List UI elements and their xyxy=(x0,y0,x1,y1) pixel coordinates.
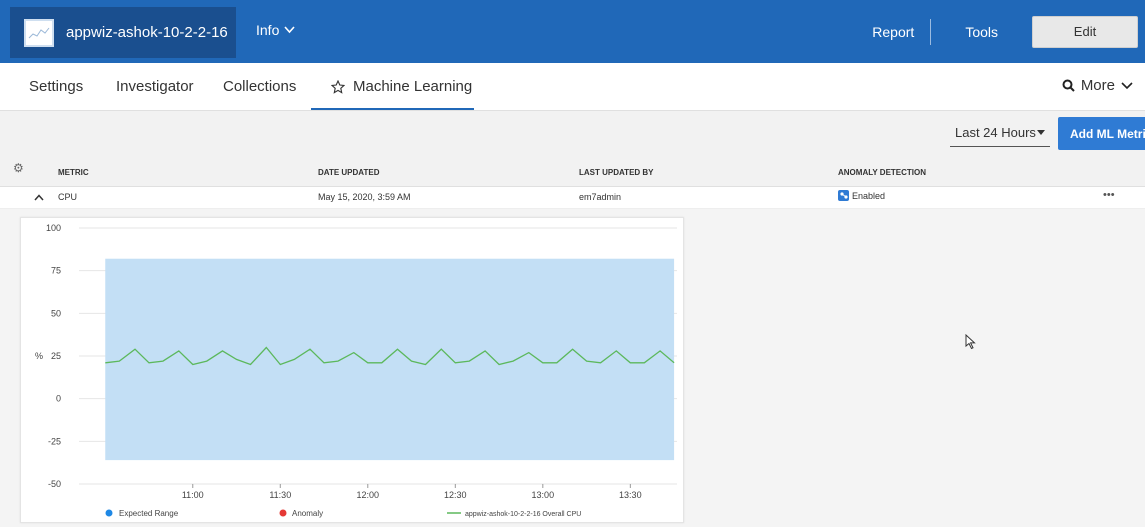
info-menu[interactable]: Info xyxy=(256,22,295,38)
legend-expected-range-label: Expected Range xyxy=(119,509,179,518)
last-updated-by-cell: em7admin xyxy=(579,192,622,202)
column-header-metric[interactable]: METRIC xyxy=(58,168,89,177)
y-tick-label: 75 xyxy=(51,266,61,276)
edit-button[interactable]: Edit xyxy=(1032,15,1138,48)
legend-anomaly-marker xyxy=(279,509,287,517)
y-tick-label: 100 xyxy=(46,223,61,233)
tab-machine-learning-label: Machine Learning xyxy=(353,78,473,95)
row-actions-icon[interactable]: ••• xyxy=(1103,189,1115,201)
search-icon xyxy=(1062,79,1075,92)
y-tick-label: -25 xyxy=(48,436,61,446)
y-tick-label: 0 xyxy=(56,394,61,404)
y-axis-label: % xyxy=(35,351,43,361)
divider xyxy=(930,18,932,45)
y-tick-label: 25 xyxy=(51,351,61,361)
more-menu[interactable]: More xyxy=(1062,77,1133,94)
table-row[interactable]: CPU May 15, 2020, 3:59 AM em7admin Enabl… xyxy=(0,187,1145,209)
column-header-last-updated-by[interactable]: LAST UPDATED BY xyxy=(579,168,654,177)
expanded-panel: 100 75 50 25 0 -25 -50% 11:00 11:30 12:00 12:30 13:… xyxy=(0,209,1145,527)
x-tick-label: 12:30 xyxy=(444,490,467,500)
tab-machine-learning[interactable]: Machine Learning xyxy=(331,78,472,95)
legend-anomaly-label: Anomaly xyxy=(292,509,323,518)
collapse-chevron-icon[interactable] xyxy=(34,190,44,204)
mouse-cursor-icon xyxy=(965,334,976,350)
report-link[interactable]: Report xyxy=(872,24,914,40)
tools-link[interactable]: Tools xyxy=(965,24,998,40)
gear-icon[interactable]: ⚙ xyxy=(13,161,24,175)
add-ml-metric-button[interactable]: Add ML Metric xyxy=(1058,117,1145,150)
time-range-select[interactable]: Last 24 Hours xyxy=(950,119,1050,147)
info-label: Info xyxy=(256,22,280,38)
top-bar: appwiz-ashok-10-2-2-16 Info Report Tools… xyxy=(0,0,1145,63)
x-tick-label: 12:00 xyxy=(357,490,380,500)
anomaly-detection-cell: Enabled xyxy=(838,190,885,201)
date-updated-cell: May 15, 2020, 3:59 AM xyxy=(318,192,411,202)
y-tick-label: -50 xyxy=(48,479,61,489)
app-title: appwiz-ashok-10-2-2-16 xyxy=(66,24,228,41)
cpu-chart: 100 75 50 25 0 -25 -50% 11:00 11:30 12:00 12:30 13:… xyxy=(35,223,677,518)
x-tick-label: 13:00 xyxy=(532,490,555,500)
caret-down-icon xyxy=(1037,130,1045,135)
chevron-down-icon xyxy=(284,26,295,34)
graph-thumbnail-icon xyxy=(24,18,54,47)
toolbar: Last 24 Hours Add ML Metric xyxy=(0,111,1145,155)
legend-cpu-label: appwiz-ashok-10-2-2-16 Overall CPU xyxy=(465,511,581,518)
time-range-label: Last 24 Hours xyxy=(955,125,1036,140)
x-tick-label: 11:00 xyxy=(182,490,204,500)
tab-settings[interactable]: Settings xyxy=(29,78,83,95)
active-tab-indicator xyxy=(311,108,474,110)
enabled-status-icon xyxy=(838,190,849,201)
column-header-anomaly-detection[interactable]: ANOMALY DETECTION xyxy=(838,168,926,177)
y-tick-label: 50 xyxy=(51,308,61,318)
legend-expected-range-marker xyxy=(105,509,113,517)
anomaly-detection-label: Enabled xyxy=(852,190,886,201)
chart-card: 100 75 50 25 0 -25 -50% 11:00 11:30 12:00 12:30 13:… xyxy=(20,217,684,523)
app-title-block[interactable]: appwiz-ashok-10-2-2-16 xyxy=(10,7,236,58)
x-tick-label: 11:30 xyxy=(269,490,291,500)
more-label: More xyxy=(1080,77,1115,94)
chevron-down-icon xyxy=(1121,81,1133,89)
column-header-date-updated[interactable]: DATE UPDATED xyxy=(318,168,379,177)
table-header: ⚙ METRIC DATE UPDATED LAST UPDATED BY AN… xyxy=(0,155,1145,187)
expected-range-band xyxy=(105,258,675,461)
tab-bar: Settings Investigator Collections Machin… xyxy=(0,63,1145,111)
metric-cell: CPU xyxy=(58,192,78,202)
tab-investigator[interactable]: Investigator xyxy=(116,78,194,95)
x-tick-label: 13:30 xyxy=(619,490,642,500)
tab-collections[interactable]: Collections xyxy=(223,78,296,95)
star-icon xyxy=(331,79,345,94)
